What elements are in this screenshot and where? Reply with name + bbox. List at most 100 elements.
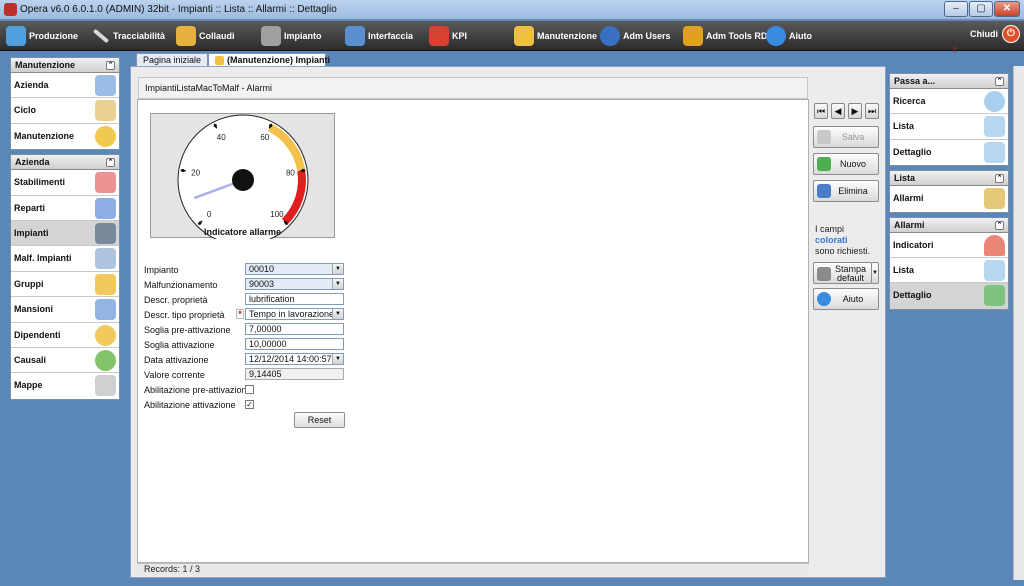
- vertical-scrollbar[interactable]: [1013, 66, 1024, 580]
- previous-record-button[interactable]: ◀: [831, 103, 845, 119]
- sidebar-item-manutenzione[interactable]: Manutenzione: [11, 123, 119, 150]
- toolbar-tracciabilita[interactable]: Tracciabilità: [92, 24, 165, 48]
- last-record-icon: ⏭: [867, 106, 877, 116]
- checklist-icon: [176, 26, 196, 46]
- collapse-icon[interactable]: ⌃: [106, 61, 115, 70]
- toolbar-impianto[interactable]: Impianto: [261, 24, 322, 48]
- malfunzionamento-select[interactable]: 90003 ▼: [245, 278, 344, 290]
- group-header[interactable]: Manutenzione ⌃: [11, 58, 119, 73]
- tab-manutenzione-impianti[interactable]: (Manutenzione) Impianti: [208, 53, 330, 67]
- sidebar-item-label: Reparti: [14, 202, 46, 213]
- toolbar-manutenzione[interactable]: Manutenzione: [514, 24, 597, 48]
- records-status: Records: 1 / 3: [137, 563, 809, 575]
- sidebar-item-mansioni[interactable]: Mansioni: [11, 297, 119, 323]
- person-icon: [95, 324, 116, 346]
- sidebar-item-dettaglio[interactable]: Dettaglio: [890, 139, 1008, 166]
- soglia-pre-attivazione-field[interactable]: 7,00000: [245, 323, 344, 335]
- close-window-button[interactable]: ✕: [994, 1, 1020, 17]
- data-attivazione-picker[interactable]: 12/12/2014 14:00:57 ▼: [245, 353, 344, 365]
- toolbar-produzione[interactable]: Produzione: [6, 24, 78, 48]
- malfunction-icon: [95, 248, 116, 270]
- reset-button[interactable]: Reset: [294, 412, 345, 428]
- gauge-tick-dot: [301, 168, 305, 173]
- group-title: Manutenzione: [15, 60, 75, 70]
- chevron-down-icon[interactable]: ▼: [332, 354, 343, 364]
- tab-pagina-iniziale[interactable]: Pagina iniziale: [136, 53, 208, 67]
- chevron-down-icon[interactable]: ▼: [332, 264, 343, 274]
- toolbar-label: Impianto: [284, 31, 322, 41]
- sidebar-item-label: Allarmi: [893, 193, 924, 204]
- toolbar-label: Aiuto: [789, 31, 812, 41]
- sidebar-item-lista[interactable]: Lista: [890, 114, 1008, 140]
- kpi-chart-icon: [429, 26, 449, 46]
- group-header[interactable]: Lista ⌃: [890, 171, 1008, 187]
- new-button[interactable]: Nuovo: [813, 153, 879, 175]
- toolbar-adm-tools-rdp[interactable]: Adm Tools RDP: [683, 24, 773, 48]
- data-attivazione-label: Data attivazione: [144, 355, 209, 365]
- collapse-icon[interactable]: ⌃: [995, 220, 1004, 230]
- sidebar-item-malf-impianti[interactable]: Malf. Impianti: [11, 246, 119, 272]
- required-marker: *: [236, 309, 244, 319]
- descr-tipo-proprieta-select[interactable]: Tempo in lavorazione ▼: [245, 308, 344, 320]
- right-group-lista: Lista ⌃ Allarmi: [889, 170, 1009, 213]
- sidebar-item-label: Mansioni: [14, 304, 54, 315]
- toolbar-adm-users[interactable]: Adm Users: [600, 24, 671, 48]
- abilitazione-pre-attivazione-checkbox[interactable]: [245, 385, 254, 394]
- first-record-button[interactable]: ⏮: [814, 103, 828, 119]
- left-group-manutenzione: Manutenzione ⌃ Azienda Ciclo Manutenzione: [10, 57, 120, 151]
- alarm-list-icon: [984, 188, 1005, 210]
- minimize-button[interactable]: –: [944, 1, 968, 17]
- toolbar-collaudi[interactable]: Collaudi: [176, 24, 235, 48]
- soglia-attivazione-field[interactable]: 10,00000: [245, 338, 344, 350]
- collapse-icon[interactable]: ⌃: [106, 158, 115, 168]
- sidebar-item-causali[interactable]: Causali: [11, 347, 119, 374]
- chevron-down-icon[interactable]: ▼: [332, 309, 343, 319]
- print-options-dropdown[interactable]: ▼: [871, 262, 879, 284]
- sidebar-item-impianti[interactable]: Impianti: [11, 220, 119, 247]
- toolbar-interfaccia[interactable]: Interfaccia: [345, 24, 413, 48]
- sidebar-item-dipendenti[interactable]: Dipendenti: [11, 322, 119, 348]
- print-default-button[interactable]: Stampa default: [813, 262, 872, 284]
- next-record-button[interactable]: ▶: [848, 103, 862, 119]
- sidebar-item-allarmi[interactable]: Allarmi: [890, 186, 1008, 212]
- group-header[interactable]: Allarmi ⌃: [890, 217, 1008, 233]
- toolbar-kpi[interactable]: KPI: [429, 24, 467, 48]
- gauge-tick-dot: [198, 221, 202, 225]
- descr-proprieta-field[interactable]: lubrification: [245, 293, 344, 305]
- sidebar-item-reparti[interactable]: Reparti: [11, 195, 119, 221]
- sidebar-item-allarmi-lista[interactable]: Lista: [890, 257, 1008, 284]
- impianto-select[interactable]: 00010 ▼: [245, 263, 344, 275]
- toolbar-aiuto[interactable]: Aiuto: [766, 24, 812, 48]
- sidebar-item-indicatori[interactable]: Indicatori: [890, 232, 1008, 258]
- toolbar-label: Manutenzione: [537, 31, 597, 41]
- sidebar-item-ciclo[interactable]: Ciclo: [11, 98, 119, 124]
- group-header[interactable]: Azienda ⌃: [11, 155, 119, 171]
- sidebar-item-stabilimenti[interactable]: Stabilimenti: [11, 170, 119, 196]
- group-header[interactable]: Passa a... ⌃: [890, 74, 1008, 89]
- collapse-icon[interactable]: ⌃: [995, 77, 1004, 86]
- required-note-prefix: I campi: [815, 224, 845, 234]
- delete-button[interactable]: Elimina: [813, 180, 879, 202]
- collapse-icon[interactable]: ⌃: [995, 174, 1004, 184]
- last-record-button[interactable]: ⏭: [865, 103, 879, 119]
- sidebar-item-azienda[interactable]: Azienda: [11, 73, 119, 99]
- gauge-tick-label: 60: [260, 133, 269, 142]
- restore-button[interactable]: ▢: [969, 1, 993, 17]
- help-button[interactable]: Aiuto: [813, 288, 879, 310]
- sidebar-item-label: Dettaglio: [893, 146, 932, 157]
- right-group-passa-a: Passa a... ⌃ Ricerca Lista Dettaglio: [889, 73, 1009, 167]
- toolbar-label: Produzione: [29, 31, 78, 41]
- sidebar-item-gruppi[interactable]: Gruppi: [11, 271, 119, 298]
- chiudi-button[interactable]: Chiudi ⏻: [970, 25, 1020, 43]
- sidebar-item-mappe[interactable]: Mappe: [11, 373, 119, 399]
- sidebar-item-ricerca[interactable]: Ricerca: [890, 89, 1008, 115]
- sidebar-item-allarmi-dettaglio[interactable]: Dettaglio: [890, 283, 1008, 309]
- print-label-2: default: [836, 273, 865, 283]
- malfunzionamento-label: Malfunzionamento: [144, 280, 218, 290]
- abilitazione-attivazione-checkbox[interactable]: ✓: [245, 400, 254, 409]
- next-record-icon: ▶: [851, 106, 859, 116]
- chevron-down-icon[interactable]: ▼: [332, 279, 343, 289]
- sidebar-item-label: Manutenzione: [14, 130, 74, 141]
- folder-add-icon: [984, 285, 1005, 307]
- save-button[interactable]: Salva: [813, 126, 879, 148]
